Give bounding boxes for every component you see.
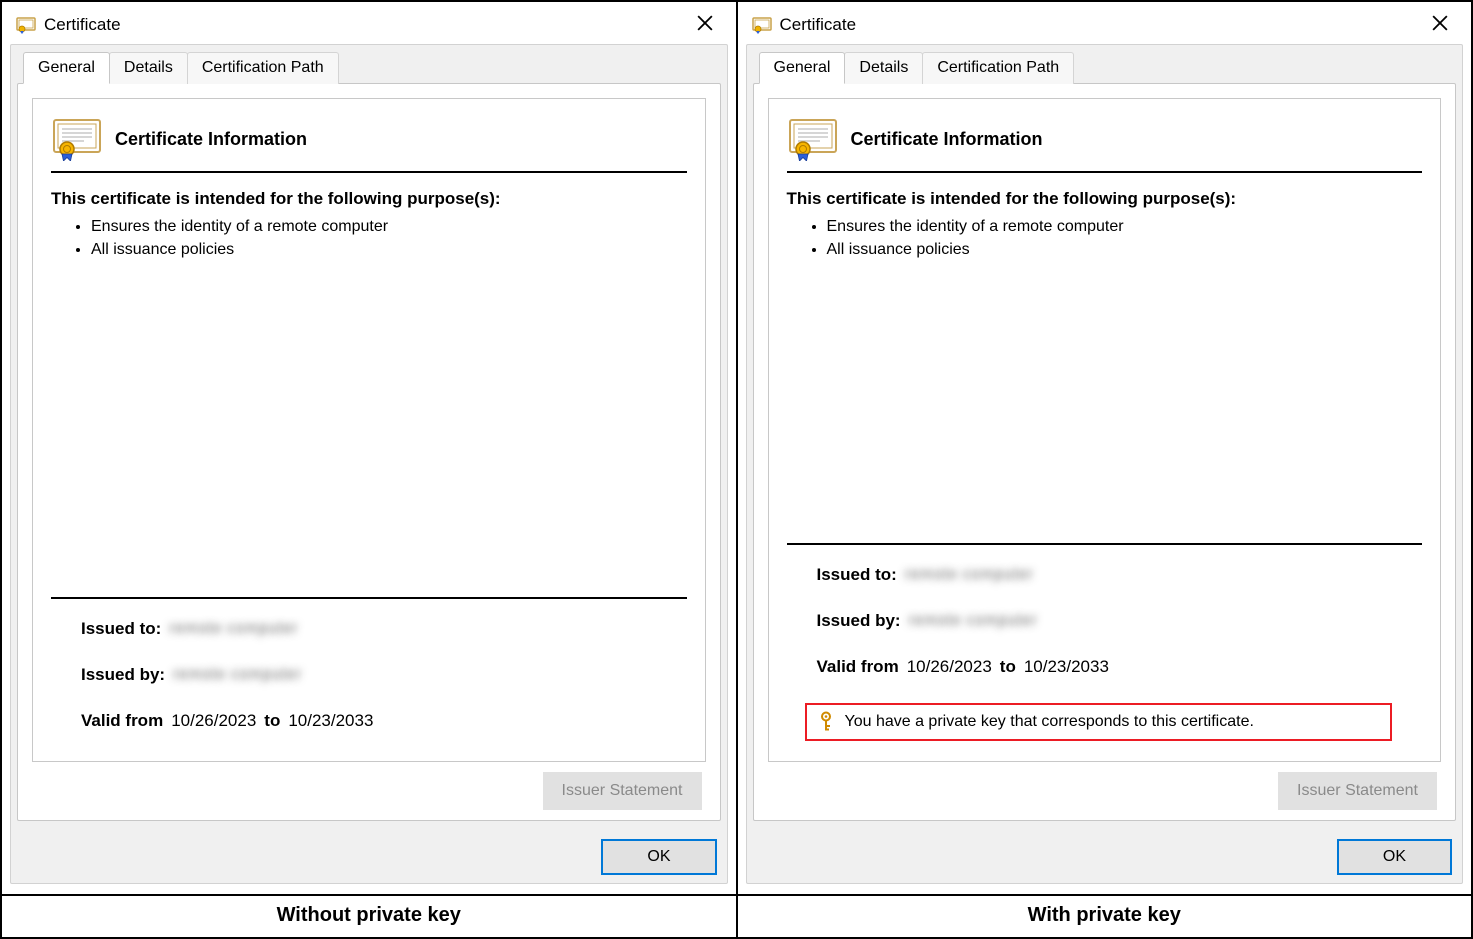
tab-details[interactable]: Details <box>844 52 923 84</box>
cert-info-box: Certificate Information This certificate… <box>768 98 1442 762</box>
valid-to-value: 10/23/2033 <box>288 711 373 731</box>
window-title: Certificate <box>44 15 682 35</box>
private-key-notice: You have a private key that corresponds … <box>805 703 1393 741</box>
certificate-window: Certificate General Details Certificatio… <box>2 2 736 894</box>
close-button[interactable] <box>1417 10 1463 40</box>
purpose-item: All issuance policies <box>827 238 1423 261</box>
purpose-item: Ensures the identity of a remote compute… <box>91 215 687 238</box>
tab-container: General Details Certification Path Certi… <box>10 44 728 884</box>
divider <box>51 597 687 599</box>
cert-info-heading: Certificate Information <box>115 129 307 150</box>
issuer-statement-button[interactable]: Issuer Statement <box>1278 772 1437 810</box>
tab-certification-path[interactable]: Certification Path <box>187 52 339 84</box>
purpose-item: All issuance policies <box>91 238 687 261</box>
tab-general[interactable]: General <box>759 52 846 84</box>
divider <box>787 543 1423 545</box>
valid-to-label: to <box>264 711 280 731</box>
purpose-item: Ensures the identity of a remote compute… <box>827 215 1423 238</box>
certificate-large-icon <box>51 117 103 161</box>
private-key-text: You have a private key that corresponds … <box>845 713 1254 731</box>
cert-info-heading: Certificate Information <box>851 129 1043 150</box>
issued-to-value: remote computer <box>169 620 297 638</box>
close-icon <box>697 15 713 35</box>
issuer-statement-button[interactable]: Issuer Statement <box>543 772 702 810</box>
panel-caption: With private key <box>738 896 1472 937</box>
valid-from-value: 10/26/2023 <box>171 711 256 731</box>
purpose-list: Ensures the identity of a remote compute… <box>91 215 687 261</box>
purpose-lead: This certificate is intended for the fol… <box>787 189 1423 209</box>
tab-bar: General Details Certification Path <box>17 51 721 83</box>
valid-to-label: to <box>1000 657 1016 677</box>
purpose-lead: This certificate is intended for the fol… <box>51 189 687 209</box>
issued-to-value: remote computer <box>905 566 1033 584</box>
divider <box>787 171 1423 173</box>
issued-to-label: Issued to: <box>81 619 161 639</box>
ok-button[interactable]: OK <box>601 839 716 875</box>
certificate-icon <box>16 15 36 35</box>
cert-info-box: Certificate Information This certificate… <box>32 98 706 762</box>
titlebar: Certificate <box>746 8 1464 42</box>
issued-to-label: Issued to: <box>817 565 897 585</box>
certificate-icon <box>752 15 772 35</box>
divider <box>51 171 687 173</box>
issued-by-value: remote computer <box>173 666 301 684</box>
ok-button[interactable]: OK <box>1337 839 1452 875</box>
close-button[interactable] <box>682 10 728 40</box>
valid-to-value: 10/23/2033 <box>1024 657 1109 677</box>
close-icon <box>1432 15 1448 35</box>
tab-details[interactable]: Details <box>109 52 188 84</box>
tab-body: Certificate Information This certificate… <box>753 83 1457 821</box>
tab-general[interactable]: General <box>23 52 110 84</box>
certificate-large-icon <box>787 117 839 161</box>
tab-certification-path[interactable]: Certification Path <box>922 52 1074 84</box>
valid-from-label: Valid from <box>81 711 163 731</box>
tab-body: Certificate Information This certificate… <box>17 83 721 821</box>
valid-from-label: Valid from <box>817 657 899 677</box>
titlebar: Certificate <box>10 8 728 42</box>
purpose-list: Ensures the identity of a remote compute… <box>827 215 1423 261</box>
tab-container: General Details Certification Path Certi… <box>746 44 1464 884</box>
issued-by-value: remote computer <box>909 612 1037 630</box>
window-title: Certificate <box>780 15 1418 35</box>
issued-by-label: Issued by: <box>81 665 165 685</box>
key-icon <box>817 711 835 733</box>
issued-by-label: Issued by: <box>817 611 901 631</box>
valid-from-value: 10/26/2023 <box>907 657 992 677</box>
panel-caption: Without private key <box>2 896 738 937</box>
certificate-window: Certificate General Details Certificatio… <box>738 2 1472 894</box>
tab-bar: General Details Certification Path <box>753 51 1457 83</box>
